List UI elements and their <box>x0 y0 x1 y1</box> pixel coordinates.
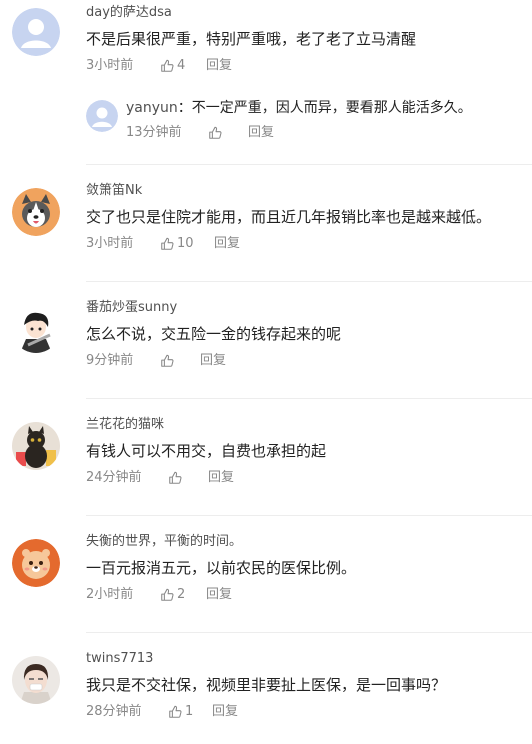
reply-separator: ： <box>177 100 192 116</box>
anime-boy-avatar-icon[interactable] <box>12 305 60 353</box>
like-button[interactable]: 1 <box>168 703 212 721</box>
comment-item: 失衡的世界，平衡的时间。 一百元报消五元，以前农民的医保比例。 2小时前 2 回… <box>0 533 532 604</box>
comment-meta: 3小时前 10 回复 <box>86 235 522 253</box>
reply-text: 不一定严重，因人而异，要看那人能活多久。 <box>191 100 472 116</box>
comment-time: 3小时前 <box>86 58 134 73</box>
comment-text: 有钱人可以不用交，自费也承担的起 <box>86 442 327 460</box>
comment-item: 敛箫笛Nk 交了也只是住院才能用，而且近几年报销比率也是越来越低。 3小时前 1… <box>0 182 532 253</box>
thumbs-up-icon <box>161 588 174 601</box>
divider <box>86 398 532 399</box>
reply-button[interactable]: 回复 <box>248 124 274 142</box>
reply-button[interactable]: 回复 <box>214 235 240 253</box>
comment-username[interactable]: 失衡的世界，平衡的时间。 <box>86 533 522 551</box>
comment-item: 番茄炒蛋sunny 怎么不说，交五险一金的钱存起来的呢 9分钟前 回复 <box>0 299 532 370</box>
comment-time: 24分钟前 <box>86 470 142 485</box>
comment-meta: 3小时前 4 回复 <box>86 57 522 75</box>
comment-username[interactable]: 番茄炒蛋sunny <box>86 299 522 317</box>
like-count: 1 <box>185 704 194 719</box>
like-button[interactable]: 4 <box>160 57 206 75</box>
comment-text: 一百元报消五元，以前农民的医保比例。 <box>86 559 357 577</box>
default-avatar-icon[interactable] <box>86 100 118 132</box>
like-count: 4 <box>177 58 186 73</box>
comment-time: 3小时前 <box>86 236 134 251</box>
like-button[interactable] <box>168 471 208 485</box>
reply-line: yanyun：不一定严重，因人而异，要看那人能活多久。 <box>126 98 532 118</box>
husky-avatar-icon[interactable] <box>12 188 60 236</box>
divider <box>86 515 532 516</box>
comment-item: day的萨达dsa 不是后果很严重，特别严重哦，老了老了立马清醒 3小时前 4 … <box>0 4 532 75</box>
thumbs-up-icon <box>161 237 174 250</box>
reply-button[interactable]: 回复 <box>206 586 232 604</box>
comment-meta: 28分钟前 1 回复 <box>86 703 522 721</box>
like-count: 10 <box>177 236 194 251</box>
like-count: 2 <box>177 587 186 602</box>
thumbs-up-icon <box>161 354 174 367</box>
reply-item: yanyun：不一定严重，因人而异，要看那人能活多久。 13分钟前 回复 <box>0 98 532 142</box>
thumbs-up-icon <box>161 59 174 72</box>
comment-item: twins7713 我只是不交社保，视频里非要扯上医保，是一回事吗？ 28分钟前… <box>0 650 532 721</box>
reply-meta: 13分钟前 回复 <box>126 124 532 142</box>
reply-button[interactable]: 回复 <box>206 57 232 75</box>
like-button[interactable]: 2 <box>160 586 206 604</box>
cat-avatar-icon[interactable] <box>12 422 60 470</box>
comment-text: 不是后果很严重，特别严重哦，老了老了立马清醒 <box>86 30 417 48</box>
reply-button[interactable]: 回复 <box>208 469 234 487</box>
reply-button[interactable]: 回复 <box>212 703 238 721</box>
comment-username[interactable]: 敛箫笛Nk <box>86 182 522 200</box>
thumbs-up-icon <box>169 705 182 718</box>
like-button[interactable] <box>160 354 200 368</box>
comment-time: 28分钟前 <box>86 704 142 719</box>
comment-time: 2小时前 <box>86 587 134 602</box>
divider <box>86 164 532 165</box>
comment-time: 9分钟前 <box>86 353 134 368</box>
comment-username[interactable]: day的萨达dsa <box>86 4 522 22</box>
comment-meta: 9分钟前 回复 <box>86 352 522 370</box>
girl-photo-avatar-icon[interactable] <box>12 656 60 704</box>
comment-item: 兰花花的猫咪 有钱人可以不用交，自费也承担的起 24分钟前 回复 <box>0 416 532 487</box>
like-button[interactable] <box>208 126 248 140</box>
comment-meta: 2小时前 2 回复 <box>86 586 522 604</box>
lion-avatar-icon[interactable] <box>12 539 60 587</box>
reply-username[interactable]: yanyun <box>126 100 178 116</box>
comment-text: 我只是不交社保，视频里非要扯上医保，是一回事吗？ <box>86 676 447 694</box>
comment-username[interactable]: twins7713 <box>86 650 522 668</box>
reply-button[interactable]: 回复 <box>200 352 226 370</box>
like-button[interactable]: 10 <box>160 235 214 253</box>
default-avatar-icon[interactable] <box>12 8 60 56</box>
comment-text: 怎么不说，交五险一金的钱存起来的呢 <box>86 325 342 343</box>
divider <box>86 632 532 633</box>
comment-meta: 24分钟前 回复 <box>86 469 522 487</box>
thumbs-up-icon <box>209 126 222 139</box>
divider <box>86 281 532 282</box>
comment-text: 交了也只是住院才能用，而且近几年报销比率也是越来越低。 <box>86 208 492 226</box>
comment-username[interactable]: 兰花花的猫咪 <box>86 416 522 434</box>
reply-time: 13分钟前 <box>126 125 182 140</box>
thumbs-up-icon <box>169 471 182 484</box>
